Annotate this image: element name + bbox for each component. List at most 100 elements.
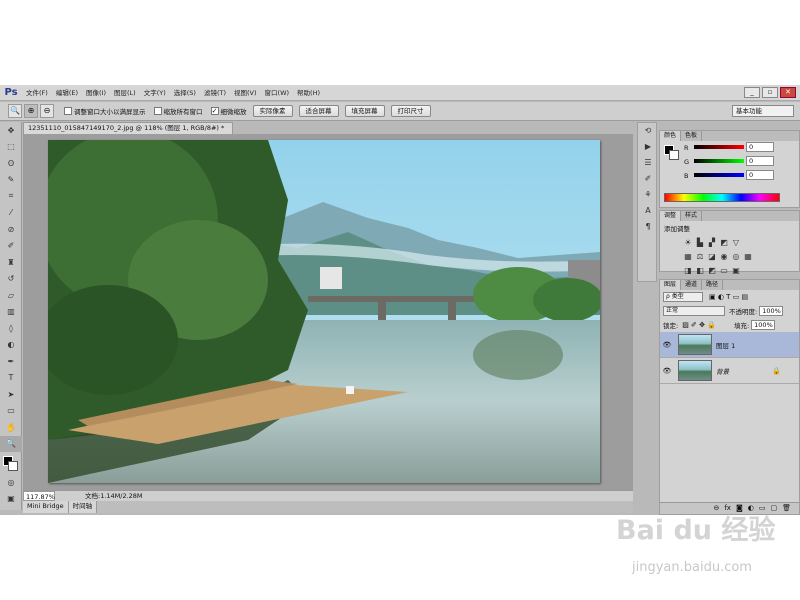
minimize-button[interactable]: _ [744,87,760,98]
color-spectrum[interactable] [664,193,780,202]
eyedropper-tool-icon[interactable]: ⁄ [0,205,22,222]
color-balance-icon[interactable]: ⚖ [694,251,706,263]
zoom-all-windows-checkbox[interactable]: 缩放所有窗口 [153,106,203,116]
eraser-tool-icon[interactable]: ▱ [0,287,22,304]
invert-icon[interactable]: ◨ [682,265,694,277]
pen-tool-icon[interactable]: ✒ [0,353,22,370]
selective-color-icon[interactable]: ▣ [730,265,742,277]
layer-filter-select[interactable]: ρ 类型 [663,292,703,302]
gradient-map-icon[interactable]: ▭ [718,265,730,277]
tab-channels[interactable]: 通道 [681,280,703,290]
exposure-icon[interactable]: ◩ [718,237,730,249]
image-canvas[interactable] [48,140,600,483]
brightness-icon[interactable]: ☀ [682,237,694,249]
channel-mixer-icon[interactable]: ◎ [730,251,742,263]
zoom-tool-icon[interactable]: 🔍 [0,435,22,452]
menu-view[interactable]: 视图(V) [230,85,261,101]
marquee-tool-icon[interactable]: ⬚ [0,139,22,156]
print-size-button[interactable]: 打印尺寸 [390,105,431,117]
restore-button[interactable]: ▫ [762,87,778,98]
document-area[interactable] [23,134,633,490]
menu-select[interactable]: 选择(S) [170,85,200,101]
layer-name[interactable]: 图层 1 [716,340,735,350]
tab-layers[interactable]: 图层 [660,280,682,290]
paragraph-icon[interactable]: ¶ [638,219,658,235]
brush-panel-icon[interactable]: ✐ [638,171,658,187]
actions-icon[interactable]: ▶ [638,139,658,155]
path-select-tool-icon[interactable]: ➤ [0,386,22,403]
tab-mini-bridge[interactable]: Mini Bridge [23,501,69,513]
fit-screen-button[interactable]: 适合屏幕 [298,105,339,117]
posterize-icon[interactable]: ◧ [694,265,706,277]
menu-type[interactable]: 文字(Y) [140,85,170,101]
menu-file[interactable]: 文件(F) [22,85,52,101]
red-value-field[interactable]: 0 [746,142,774,152]
zoom-out-icon[interactable]: ⊖ [40,104,54,118]
menu-image[interactable]: 图像(I) [82,85,110,101]
opacity-field[interactable]: 100% [759,306,784,316]
actual-pixels-button[interactable]: 实际像素 [252,105,293,117]
checkbox-box[interactable] [64,107,72,115]
tab-color[interactable]: 颜色 [660,131,682,141]
lock-icons[interactable]: ▨ ✐ ✥ 🔒 [682,321,716,329]
scrubby-zoom-checkbox[interactable]: ✓ 细微缩放 [210,106,247,116]
blend-mode-select[interactable]: 正常 [663,306,725,316]
type-tool-icon[interactable]: T [0,370,22,387]
healing-tool-icon[interactable]: ⊘ [0,221,22,238]
move-tool-icon[interactable]: ✥ [0,122,22,139]
blur-tool-icon[interactable]: ◊ [0,320,22,337]
checkbox-box[interactable] [153,107,162,115]
zoom-in-icon[interactable]: ⊕ [24,104,38,118]
history-brush-tool-icon[interactable]: ↺ [0,271,22,288]
quick-select-tool-icon[interactable]: ✎ [0,172,22,189]
dodge-tool-icon[interactable]: ◐ [0,337,22,354]
crop-tool-icon[interactable]: ⌗ [0,188,22,205]
eye-icon[interactable]: 👁 [660,367,674,375]
black-white-icon[interactable]: ◪ [706,251,718,263]
checkmark-icon[interactable]: ✓ [210,107,219,115]
tab-swatches[interactable]: 色板 [681,131,703,141]
red-slider[interactable] [694,145,744,149]
color-lookup-icon[interactable]: ▦ [742,251,754,263]
close-button[interactable]: ✕ [780,87,796,98]
history-icon[interactable]: ⟲ [638,123,658,139]
layer-row[interactable]: 👁 背景 🔒 [660,358,799,384]
curves-icon[interactable]: ▞ [706,237,718,249]
fill-field[interactable]: 100% [751,320,776,330]
tab-adjustments[interactable]: 调整 [660,211,682,221]
background-color-swatch[interactable] [8,461,18,471]
zoom-field[interactable]: 117.87% [23,491,55,501]
tab-timeline[interactable]: 时间轴 [68,501,98,513]
quick-mask-icon[interactable]: ◎ [0,474,22,491]
fill-screen-button[interactable]: 填充屏幕 [344,105,385,117]
levels-icon[interactable]: ▙ [694,237,706,249]
resize-windows-checkbox[interactable]: 调整窗口大小以满屏显示 [64,106,146,116]
blue-slider[interactable] [694,173,744,177]
tab-paths[interactable]: 路径 [702,280,724,290]
stamp-tool-icon[interactable]: ♜ [0,254,22,271]
filter-icons[interactable]: ▣ ◐ T ▭ ▤ [709,293,748,301]
workspace-select[interactable]: 基本功能 [732,105,794,117]
layer-row[interactable]: 👁 图层 1 [660,332,799,358]
vibrance-icon[interactable]: ▽ [730,237,742,249]
eye-icon[interactable]: 👁 [660,341,674,349]
menu-layer[interactable]: 图层(L) [110,85,140,101]
screen-mode-icon[interactable]: ▣ [0,490,22,507]
hue-saturation-icon[interactable]: ▦ [682,251,694,263]
lasso-tool-icon[interactable]: ʘ [0,155,22,172]
gradient-tool-icon[interactable]: ▥ [0,304,22,321]
photo-filter-icon[interactable]: ◉ [718,251,730,263]
zoom-tool-icon[interactable]: 🔍 [8,104,22,118]
menu-edit[interactable]: 编辑(E) [52,85,82,101]
hand-tool-icon[interactable]: ✋ [0,419,22,436]
threshold-icon[interactable]: ◩ [706,265,718,277]
menu-help[interactable]: 帮助(H) [293,85,324,101]
green-slider[interactable] [694,159,744,163]
layer-name[interactable]: 背景 [716,366,729,376]
blue-value-field[interactable]: 0 [746,170,774,180]
green-value-field[interactable]: 0 [746,156,774,166]
character-icon[interactable]: A [638,203,658,219]
menu-window[interactable]: 窗口(W) [261,85,294,101]
properties-icon[interactable]: ☰ [638,155,658,171]
menu-filter[interactable]: 滤镜(T) [200,85,230,101]
